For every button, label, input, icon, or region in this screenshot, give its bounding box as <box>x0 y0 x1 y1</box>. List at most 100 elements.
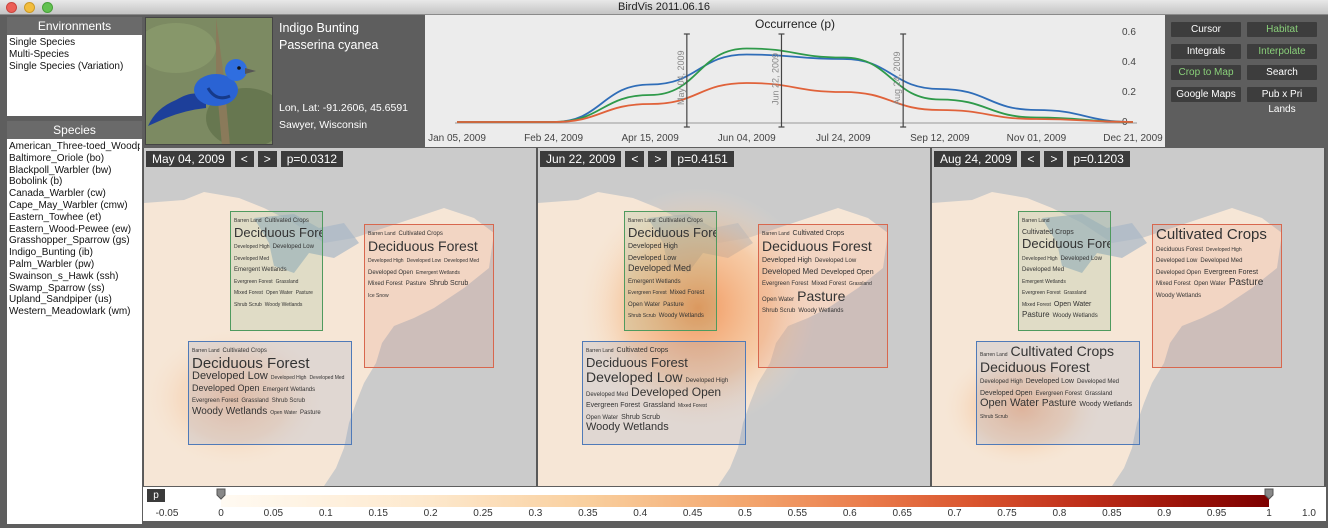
habitat-word: Shrub Scrub <box>234 301 262 308</box>
habitat-word: Grassland <box>643 402 675 410</box>
map-panel[interactable]: Barren LandCultivated CropsDeciduous For… <box>144 148 536 486</box>
map-next-button[interactable]: > <box>1044 151 1064 167</box>
habitat-word: Cultivated Crops <box>616 347 669 354</box>
map-panel[interactable]: Barren Land Cultivated CropsDeciduous For… <box>932 148 1324 486</box>
habitat-word: Barren Land <box>762 231 790 237</box>
legend-max-slider[interactable] <box>1264 488 1274 500</box>
habitat-region-box[interactable]: Barren LandCultivated CropsDeciduous For… <box>364 224 494 368</box>
environments-list: Single Species Multi-Species Single Spec… <box>7 35 142 116</box>
legend-tick-label: 0.05 <box>263 508 284 519</box>
search-button[interactable]: Search <box>1247 65 1317 80</box>
map-next-button[interactable]: > <box>648 151 668 167</box>
habitat-region-box[interactable]: Barren LandCultivated CropsDeciduous For… <box>188 341 352 445</box>
habitat-button[interactable]: Habitat <box>1247 22 1317 37</box>
habitat-word: Evergreen Forest <box>762 281 809 288</box>
habitat-word: Developed High <box>980 379 1023 386</box>
species-item[interactable]: Palm_Warbler (pw) <box>9 259 140 271</box>
crop-to-map-button[interactable]: Crop to Map <box>1171 65 1241 80</box>
habitat-word: Pasture <box>1022 310 1050 320</box>
species-item[interactable]: Swainson_s_Hawk (ssh) <box>9 271 140 283</box>
habitat-region-box[interactable]: Barren LandCultivated CropsDeciduous For… <box>624 211 717 331</box>
occurrence-chart-svg[interactable]: Occurrence (p)00.20.40.6Jan 05, 2009 Feb … <box>425 15 1165 147</box>
map-next-button[interactable]: > <box>257 151 277 167</box>
map-probability-label: p=0.1203 <box>1067 151 1130 167</box>
habitat-word: Developed Open <box>1156 269 1202 276</box>
bird-photo <box>145 17 273 145</box>
habitat-region-box[interactable]: Barren LandCultivated CropsDeciduous For… <box>1018 211 1111 331</box>
map-toolbar: Aug 24, 2009 < > p=0.1203 <box>934 151 1130 167</box>
map-panel[interactable]: Barren LandCultivated CropsDeciduous For… <box>538 148 930 486</box>
species-item[interactable]: Western_Meadowlark (wm) <box>9 306 140 318</box>
habitat-word: Developed Med <box>444 258 480 265</box>
species-item[interactable]: Upland_Sandpiper (us) <box>9 294 140 306</box>
map-prev-button[interactable]: < <box>1021 151 1041 167</box>
habitat-word: Evergreen Forest <box>1035 390 1082 397</box>
habitat-word: Evergreen Forest <box>586 402 641 410</box>
species-item[interactable]: Baltimore_Oriole (bo) <box>9 153 140 165</box>
habitat-word: Open Water <box>270 409 298 416</box>
habitat-word: Open Water <box>1053 300 1092 308</box>
habitat-word: Cultivated Crops <box>792 230 845 237</box>
species-item[interactable]: Canada_Warbler (cw) <box>9 188 140 200</box>
species-item[interactable]: Indigo_Bunting (ib) <box>9 247 140 259</box>
habitat-word: Barren Land <box>1022 218 1050 224</box>
habitat-word: Developed Low <box>814 258 857 265</box>
bird-location: Sawyer, Wisconsin <box>279 119 368 131</box>
legend-min-slider[interactable] <box>216 488 226 500</box>
habitat-word: Woody Wetlands <box>798 308 844 315</box>
bird-illustration <box>146 18 272 144</box>
color-legend: p -0.05 0 0.05 0.1 0.15 0.2 0.25 0.3 0.35 0.4 0.45… <box>143 487 1326 521</box>
species-item[interactable]: Grasshopper_Sparrow (gs) <box>9 235 140 247</box>
interpolate-button[interactable]: Interpolate <box>1247 43 1317 59</box>
legend-tick-label: 0.75 <box>997 508 1017 519</box>
google-maps-button[interactable]: Google Maps <box>1171 86 1241 102</box>
habitat-region-box[interactable]: Barren LandCultivated CropsDeciduous For… <box>230 211 323 331</box>
habitat-region-box[interactable]: Cultivated CropsDeciduous Forest Develope… <box>1152 224 1282 368</box>
habitat-word: Deciduous Forest <box>1022 236 1110 252</box>
species-item[interactable]: Cape_May_Warbler (cmw) <box>9 200 140 212</box>
species-item[interactable]: Blackpoll_Warbler (bw) <box>9 165 140 177</box>
habitat-word: Grassland <box>849 281 872 288</box>
habitat-word: Shrub Scrub <box>621 413 661 421</box>
legend-tick-label: 1 <box>1266 508 1272 519</box>
environment-item[interactable]: Multi-Species <box>9 49 140 61</box>
habitat-word: Pasture <box>300 409 321 416</box>
habitat-word: Mixed Forest <box>368 281 403 288</box>
species-item[interactable]: American_Three-toed_Woodp <box>9 141 140 153</box>
habitat-region-box[interactable]: Barren LandCultivated CropsDeciduous For… <box>758 224 888 368</box>
bird-latin-name: Passerina cyanea <box>279 38 379 52</box>
habitat-word: Woody Wetlands <box>1079 401 1133 409</box>
legend-tick-label: 0.25 <box>473 508 493 519</box>
habitat-word: Emergent Wetlands <box>1022 278 1066 285</box>
species-item[interactable]: Bobolink (b) <box>9 176 140 188</box>
habitat-word: Evergreen Forest <box>1022 290 1061 297</box>
species-item[interactable]: Swamp_Sparrow (ss) <box>9 283 140 295</box>
time-marker-label: May 04, 2009 <box>676 50 686 105</box>
habitat-word: Developed High <box>762 257 812 265</box>
species-list[interactable]: American_Three-toed_Woodp Baltimore_Oriol… <box>7 139 142 524</box>
bird-coordinates: Lon, Lat: -91.2606, 45.6591 <box>279 102 409 114</box>
map-probability-label: p=0.0312 <box>280 151 344 167</box>
pub-x-pri-lands-button[interactable]: Pub x Pri Lands <box>1247 86 1317 115</box>
habitat-word: Emergent Wetlands <box>262 386 316 393</box>
habitat-region-box[interactable]: Barren LandCultivated CropsDeciduous For… <box>582 341 746 445</box>
map-views: Barren Land Cultivated CropsDeciduous For… <box>143 148 1326 486</box>
map-prev-button[interactable]: < <box>234 151 254 167</box>
habitat-word: Developed Low <box>1060 255 1102 262</box>
habitat-word: Developed Low <box>1156 258 1198 265</box>
environment-item[interactable]: Single Species (Variation) <box>9 61 140 73</box>
map-prev-button[interactable]: < <box>625 151 645 167</box>
legend-tick-label: -0.05 <box>155 508 179 519</box>
cursor-button[interactable]: Cursor <box>1171 22 1241 37</box>
habitat-word: Developed Med <box>586 391 629 398</box>
habitat-word: Pasture <box>295 290 313 297</box>
chart-title: Occurrence (p) <box>755 17 835 31</box>
habitat-word: Pasture <box>405 281 427 288</box>
habitat-region-box[interactable]: Barren LandCultivated CropsDeciduous For… <box>976 341 1140 445</box>
species-item[interactable]: Eastern_Wood-Pewee (ew) <box>9 224 140 236</box>
environment-item[interactable]: Single Species <box>9 37 140 49</box>
integrals-button[interactable]: Integrals <box>1171 43 1241 59</box>
left-sidebar: Environments Single Species Multi-Specie… <box>7 17 142 524</box>
occurrence-chart[interactable]: Occurrence (p) 0 0.2 0.4 0.6 Jan 05, 2009 Feb … <box>425 15 1165 147</box>
species-item[interactable]: Eastern_Towhee (et) <box>9 212 140 224</box>
